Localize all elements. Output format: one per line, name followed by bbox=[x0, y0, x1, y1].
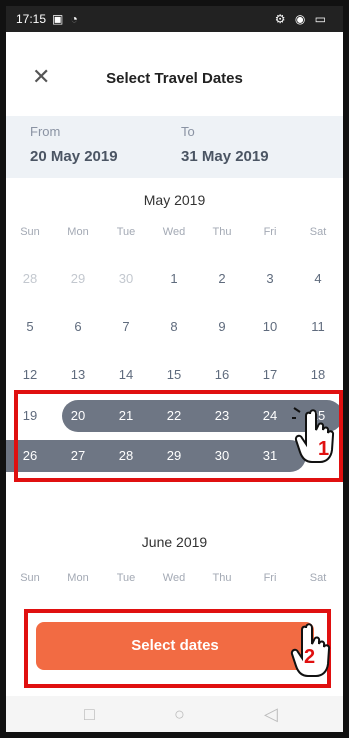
calendar-day: 28 bbox=[22, 271, 38, 286]
date-range-summary: From 20 May 2019 To 31 May 2019 bbox=[6, 116, 343, 178]
to-label: To bbox=[181, 124, 195, 139]
calendar-day[interactable]: 12 bbox=[6, 360, 54, 390]
annotation-step-1: 1 bbox=[318, 438, 330, 460]
calendar-day[interactable]: 3 bbox=[246, 264, 294, 294]
weekday-label: Sat bbox=[309, 572, 327, 584]
annotation-step-2: 2 bbox=[304, 646, 316, 668]
calendar-day[interactable]: 2 bbox=[198, 264, 246, 294]
weekday-row-may: Sun Mon Tue Wed Thu Fri Sat bbox=[6, 226, 343, 246]
weekday-label: Mon bbox=[67, 572, 89, 584]
to-value[interactable]: 31 May 2019 bbox=[181, 148, 269, 165]
weekday-row-june: Sun Mon Tue Wed Thu Fri Sat bbox=[6, 572, 343, 592]
month-title-may: May 2019 bbox=[143, 192, 206, 208]
calendar-day[interactable]: 4 bbox=[294, 264, 342, 294]
from-label: From bbox=[30, 124, 61, 139]
weekday-label: Thu bbox=[212, 572, 232, 584]
home-icon[interactable]: ○ bbox=[174, 704, 185, 725]
calendar-day[interactable]: 9 bbox=[198, 312, 246, 342]
weekday-label: Sun bbox=[20, 572, 40, 584]
weekday-label: Tue bbox=[116, 572, 136, 584]
calendar-day[interactable]: 17 bbox=[246, 360, 294, 390]
calendar-day[interactable]: 8 bbox=[150, 312, 198, 342]
weekday-label: Tue bbox=[116, 226, 136, 238]
weekday-label: Sat bbox=[309, 226, 327, 238]
weekday-label: Fri bbox=[263, 226, 277, 238]
device-frame: 17:15 ▣ ◔ ⚙ ◉ ▭ ✕ Select Travel Dates Fr… bbox=[0, 0, 349, 738]
calendar-day[interactable]: 18 bbox=[294, 360, 342, 390]
hand-cursor-icon bbox=[292, 404, 342, 466]
header: ✕ Select Travel Dates bbox=[6, 32, 343, 116]
weekday-label: Wed bbox=[162, 226, 186, 238]
calendar-day[interactable]: 16 bbox=[198, 360, 246, 390]
calendar-day[interactable]: 11 bbox=[294, 312, 342, 342]
app-screen: 17:15 ▣ ◔ ⚙ ◉ ▭ ✕ Select Travel Dates Fr… bbox=[6, 6, 343, 732]
weekday-label: Thu bbox=[212, 226, 232, 238]
weekday-label: Mon bbox=[67, 226, 89, 238]
weekday-label: Wed bbox=[162, 572, 186, 584]
page-title: Select Travel Dates bbox=[106, 70, 243, 87]
recent-apps-icon[interactable]: □ bbox=[84, 704, 95, 725]
status-left-icons: ▣ ◔ bbox=[52, 12, 80, 26]
calendar-day[interactable]: 15 bbox=[150, 360, 198, 390]
calendar-day[interactable]: 1 bbox=[150, 264, 198, 294]
calendar-day: 29 bbox=[70, 271, 86, 286]
weekday-label: Fri bbox=[263, 572, 277, 584]
status-bar: 17:15 ▣ ◔ ⚙ ◉ ▭ bbox=[6, 6, 343, 32]
calendar-day[interactable]: 14 bbox=[102, 360, 150, 390]
calendar-day[interactable]: 13 bbox=[54, 360, 102, 390]
calendar-day: 30 bbox=[118, 271, 134, 286]
calendar-day[interactable]: 6 bbox=[54, 312, 102, 342]
status-right-icons: ⚙ ◉ ▭ bbox=[274, 12, 329, 26]
back-icon[interactable]: ◁ bbox=[264, 704, 278, 725]
android-nav-bar: □ ○ ◁ bbox=[6, 696, 343, 732]
month-title-june: June 2019 bbox=[141, 534, 208, 550]
calendar-day[interactable]: 7 bbox=[102, 312, 150, 342]
status-time: 17:15 bbox=[16, 12, 47, 26]
calendar-day[interactable]: 10 bbox=[246, 312, 294, 342]
weekday-label: Sun bbox=[20, 226, 40, 238]
annotation-box-button bbox=[24, 609, 331, 688]
calendar-day[interactable]: 5 bbox=[6, 312, 54, 342]
from-value[interactable]: 20 May 2019 bbox=[30, 148, 118, 165]
